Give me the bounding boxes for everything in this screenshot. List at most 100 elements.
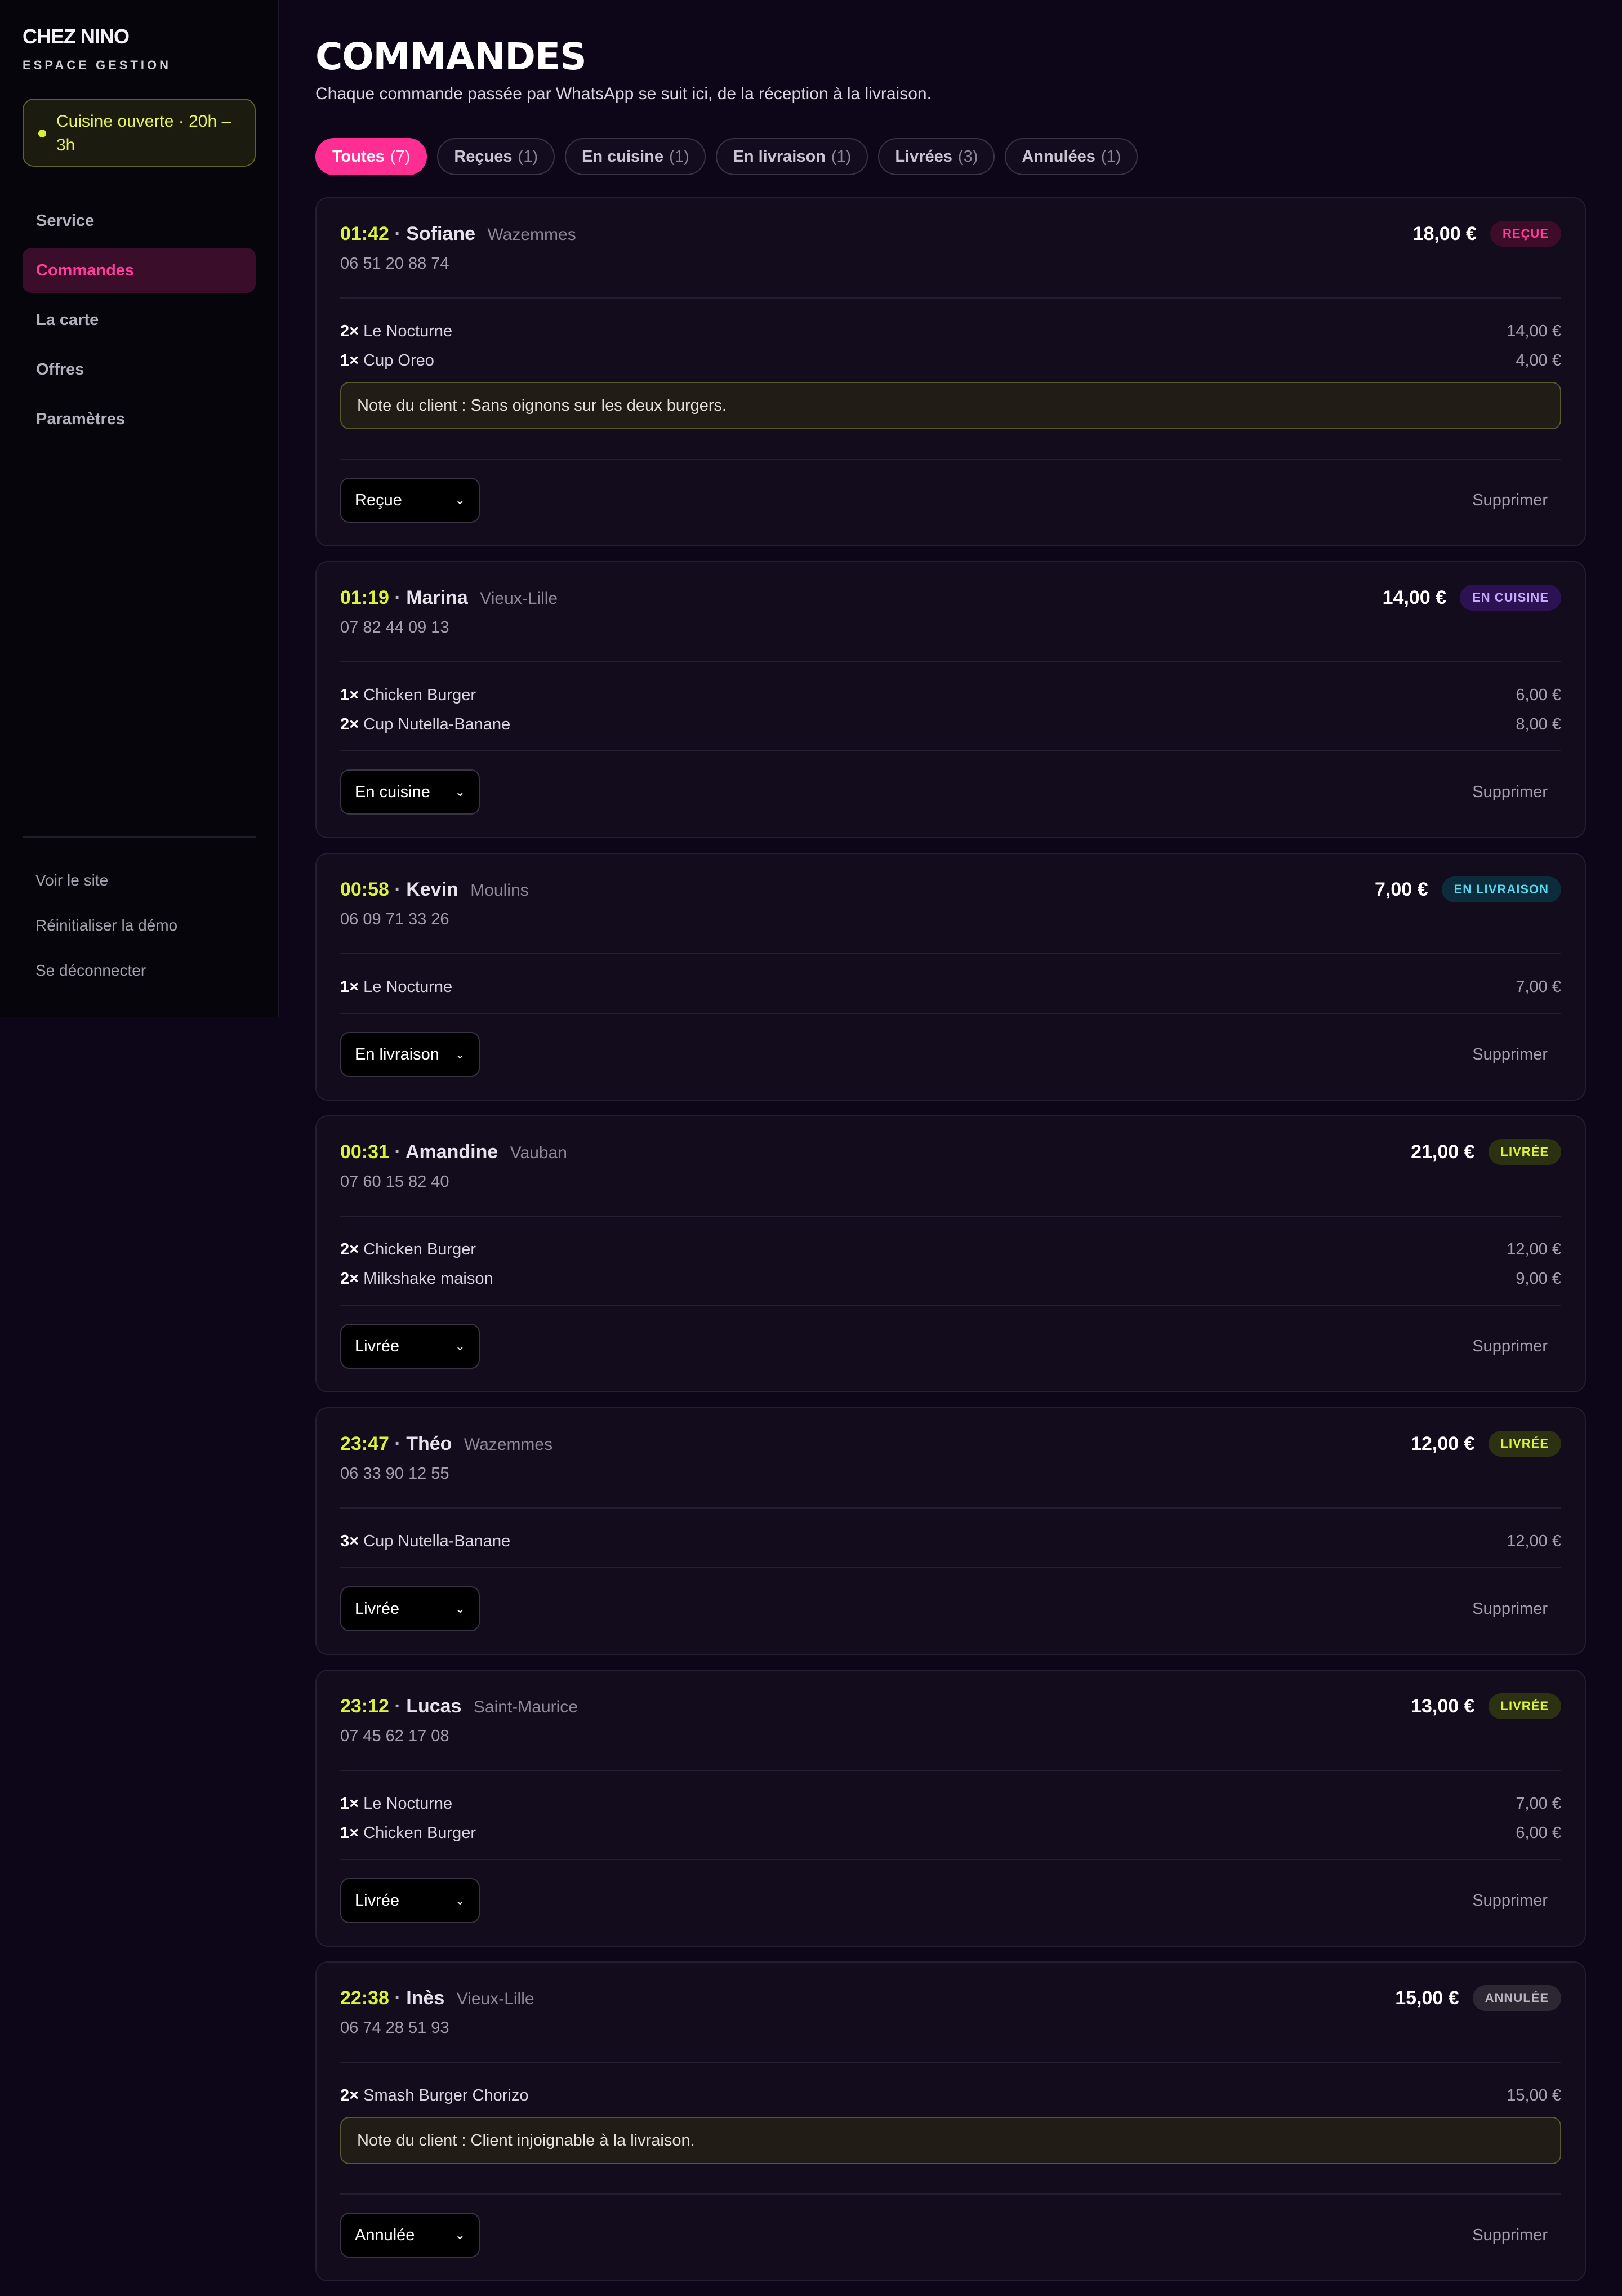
chevron-down-icon: ⌄	[454, 2228, 465, 2242]
item-qty: 2×	[340, 322, 359, 340]
order-card: 00:58 · Kevin Moulins 06 09 71 33 26 7,0…	[315, 853, 1586, 1101]
order-item: 3× Cup Nutella-Banane 12,00 €	[340, 1527, 1561, 1556]
item-name: Le Nocturne	[359, 322, 453, 340]
sidebar-item-la-carte[interactable]: La carte	[23, 297, 256, 342]
sidebar-item-label: Offres	[36, 360, 84, 379]
item-qty: 2×	[340, 715, 359, 733]
sidebar-item-offres[interactable]: Offres	[23, 347, 256, 392]
order-item: 2× Chicken Burger 12,00 €	[340, 1235, 1561, 1264]
status-badge: LIVRÉE	[1488, 1139, 1561, 1165]
view-site-link[interactable]: Voir le site	[35, 867, 177, 913]
chevron-down-icon: ⌄	[454, 785, 465, 799]
item-label: 3× Cup Nutella-Banane	[340, 1532, 510, 1551]
order-total: 13,00 €	[1411, 1695, 1475, 1717]
customer-phone: 06 33 90 12 55	[340, 1465, 449, 1483]
kitchen-status-text: Cuisine ouverte · 20h – 3h	[56, 112, 231, 154]
order-header: 22:38 · Inès Vieux-Lille 06 74 28 51 93 …	[340, 1963, 1561, 2062]
status-select[interactable]: En cuisine ⌄	[340, 769, 480, 815]
customer-area: Vauban	[510, 1143, 567, 1162]
sidebar-item-label: Paramètres	[36, 410, 125, 428]
status-badge: EN CUISINE	[1460, 585, 1561, 611]
status-select[interactable]: Annulée ⌄	[340, 2213, 480, 2258]
order-header: 23:47 · Théo Wazemmes 06 33 90 12 55 12,…	[340, 1408, 1561, 1507]
order-items: 3× Cup Nutella-Banane 12,00 €	[340, 1509, 1561, 1567]
item-price: 14,00 €	[1507, 322, 1561, 340]
order-card: 22:38 · Inès Vieux-Lille 06 74 28 51 93 …	[315, 1961, 1586, 2281]
item-qty: 2×	[340, 1269, 359, 1288]
separator: ·	[394, 1696, 401, 1717]
item-price: 12,00 €	[1507, 1532, 1561, 1550]
order-header: 00:58 · Kevin Moulins 06 09 71 33 26 7,0…	[340, 854, 1561, 953]
tab-toutes[interactable]: Toutes (7)	[315, 138, 427, 175]
tab-annulees[interactable]: Annulées (1)	[1005, 138, 1138, 175]
order-header: 23:12 · Lucas Saint-Maurice 07 45 62 17 …	[340, 1671, 1561, 1770]
reset-demo-link[interactable]: Réinitialiser la démo	[35, 913, 177, 958]
separator: ·	[394, 1141, 401, 1163]
order-title: 23:47 · Théo Wazemmes	[340, 1433, 552, 1455]
tab-count: (1)	[518, 147, 538, 166]
order-total: 14,00 €	[1382, 586, 1447, 608]
tab-en-livraison[interactable]: En livraison (1)	[716, 138, 868, 175]
item-qty: 3×	[340, 1532, 359, 1550]
delete-button[interactable]: Supprimer	[1472, 783, 1548, 802]
sidebar-item-label: La carte	[36, 310, 99, 329]
tab-recues[interactable]: Reçues (1)	[437, 138, 555, 175]
item-name: Milkshake maison	[359, 1269, 493, 1288]
order-item: 2× Le Nocturne 14,00 €	[340, 317, 1561, 346]
item-name: Smash Burger Chorizo	[359, 2086, 529, 2104]
tab-label: Reçues	[454, 147, 513, 166]
tab-label: Annulées	[1022, 147, 1095, 166]
item-name: Cup Nutella-Banane	[359, 715, 511, 733]
item-name: Cup Nutella-Banane	[359, 1532, 511, 1550]
item-price: 7,00 €	[1516, 977, 1561, 996]
sidebar-item-service[interactable]: Service	[23, 198, 256, 243]
item-price: 12,00 €	[1507, 1240, 1561, 1258]
order-item: 1× Cup Oreo 4,00 €	[340, 346, 1561, 375]
status-badge: LIVRÉE	[1488, 1431, 1561, 1457]
order-items: 1× Le Nocturne 7,00 €	[340, 954, 1561, 1013]
order-time: 01:42	[340, 223, 389, 244]
sidebar-item-commandes[interactable]: Commandes	[23, 248, 256, 293]
separator: ·	[394, 1433, 401, 1454]
item-price: 9,00 €	[1516, 1269, 1561, 1288]
tab-livrees[interactable]: Livrées (3)	[878, 138, 995, 175]
delete-button[interactable]: Supprimer	[1472, 1600, 1548, 1618]
sidebar-item-parametres[interactable]: Paramètres	[23, 397, 256, 442]
customer-name: Inès	[406, 1987, 445, 2009]
customer-phone: 07 60 15 82 40	[340, 1173, 449, 1191]
status-select[interactable]: Reçue ⌄	[340, 478, 480, 523]
customer-phone: 06 74 28 51 93	[340, 2019, 449, 2037]
status-select[interactable]: En livraison ⌄	[340, 1032, 480, 1077]
order-card: 01:19 · Marina Vieux-Lille 07 82 44 09 1…	[315, 561, 1586, 838]
order-card: 23:12 · Lucas Saint-Maurice 07 45 62 17 …	[315, 1670, 1586, 1947]
delete-button[interactable]: Supprimer	[1472, 491, 1548, 510]
status-select[interactable]: Livrée ⌄	[340, 1324, 480, 1369]
sidebar-divider	[23, 836, 256, 838]
customer-phone: 07 45 62 17 08	[340, 1727, 449, 1745]
order-items: 2× Chicken Burger 12,00 € 2× Milkshake mai…	[340, 1217, 1561, 1305]
order-time: 00:31	[340, 1141, 389, 1163]
item-label: 2× Chicken Burger	[340, 1240, 476, 1259]
order-footer: Livrée ⌄ Supprimer	[340, 1306, 1561, 1391]
item-label: 2× Cup Nutella-Banane	[340, 715, 510, 734]
order-items: 2× Smash Burger Chorizo 15,00 € Note du cl…	[340, 2063, 1561, 2193]
status-select[interactable]: Livrée ⌄	[340, 1586, 480, 1631]
order-total: 18,00 €	[1412, 223, 1477, 244]
delete-button[interactable]: Supprimer	[1472, 1045, 1548, 1064]
tab-count: (1)	[1100, 147, 1121, 166]
status-select-value: En livraison	[355, 1045, 439, 1064]
item-qty: 1×	[340, 351, 359, 370]
delete-button[interactable]: Supprimer	[1472, 1337, 1548, 1356]
order-header: 01:42 · Sofiane Wazemmes 06 51 20 88 74 …	[340, 198, 1561, 297]
delete-button[interactable]: Supprimer	[1472, 1892, 1548, 1910]
order-time: 01:19	[340, 587, 389, 608]
status-select[interactable]: Livrée ⌄	[340, 1878, 480, 1923]
brand-name: CHEZ NINO	[23, 25, 130, 48]
tab-en-cuisine[interactable]: En cuisine (1)	[564, 138, 706, 175]
sidebar: CHEZ NINO ESPACE GESTION Cuisine ouverte…	[0, 0, 279, 1017]
delete-button[interactable]: Supprimer	[1472, 2226, 1548, 2245]
separator: ·	[394, 879, 401, 900]
item-label: 1× Chicken Burger	[340, 686, 476, 705]
tab-label: En cuisine	[581, 147, 664, 166]
logout-link[interactable]: Se déconnecter	[35, 958, 177, 1003]
